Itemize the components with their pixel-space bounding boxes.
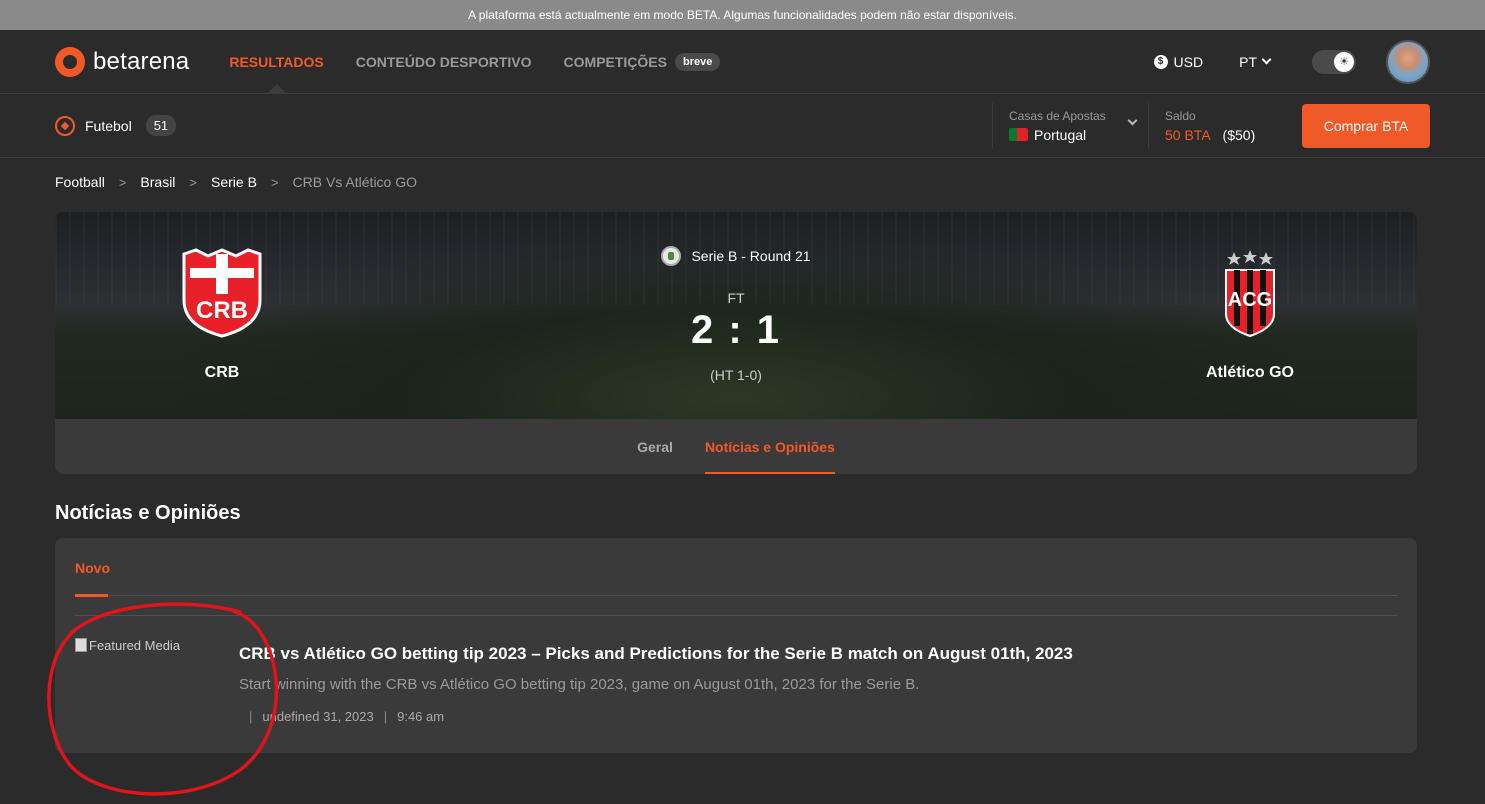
crest-lettering: ACG: [1228, 289, 1272, 311]
dollar-icon: $: [1153, 54, 1168, 69]
nav-link-label: CONTEÚDO DESPORTIVO: [355, 53, 532, 70]
currency-label: USD: [1173, 53, 1204, 70]
atletico-go-crest-icon: ACG: [1225, 250, 1275, 338]
news-tabs: Novo: [75, 538, 1397, 597]
image-alt-text: Featured Media: [89, 638, 181, 653]
user-avatar[interactable]: [1386, 39, 1430, 84]
tab-new[interactable]: Novo: [75, 560, 110, 597]
nav-link-results[interactable]: RESULTADOS: [229, 30, 323, 93]
sun-icon: ☀: [1334, 51, 1354, 72]
nav-link-label: RESULTADOS: [229, 53, 324, 70]
stadium-background: CRB CRB Serie B - Round 21 FT 2 : 1 (HT …: [55, 212, 1417, 419]
nav-link-sports-content[interactable]: CONTEÚDO DESPORTIVO: [356, 30, 532, 93]
match-header-card: CRB CRB Serie B - Round 21 FT 2 : 1 (HT …: [55, 212, 1417, 474]
news-article[interactable]: Featured Media CRB vs Atlético GO bettin…: [75, 616, 1397, 728]
meta-separator: |: [383, 709, 388, 724]
divider: [75, 596, 1397, 616]
serie-b-icon: [661, 246, 682, 266]
away-team-name: Atlético GO: [1205, 364, 1294, 381]
sport-count-badge: 51: [145, 115, 177, 136]
meta-separator: |: [249, 709, 253, 724]
language-selector[interactable]: PT: [1239, 53, 1272, 70]
chevron-right-icon: >: [270, 174, 279, 190]
bookmakers-selector[interactable]: Casas de Apostas Portugal: [992, 102, 1148, 149]
tab-news-opinions[interactable]: Notícias e Opiniões: [704, 419, 835, 474]
nav-link-competitions[interactable]: COMPETIÇÕES breve: [564, 30, 721, 93]
brand-logo[interactable]: betarena: [55, 46, 190, 77]
article-title[interactable]: CRB vs Atlético GO betting tip 2023 – Pi…: [239, 644, 1397, 664]
article-description: Start winning with the CRB vs Atlético G…: [239, 676, 920, 693]
main-nav: RESULTADOS CONTEÚDO DESPORTIVO COMPETIÇÕ…: [229, 30, 721, 93]
round-label: Serie B - Round 21: [691, 248, 811, 264]
breadcrumb-item-league[interactable]: Serie B: [211, 174, 257, 190]
beta-banner: A plataforma está actualmente em modo BE…: [0, 0, 1485, 30]
away-team[interactable]: ACG Atlético GO: [1180, 248, 1320, 382]
sub-navigation: Futebol 51 Casas de Apostas Portugal Sal…: [0, 94, 1485, 158]
match-tabs: Geral Notícias e Opiniões: [55, 419, 1417, 474]
breadcrumb-item-current: CRB Vs Atlético GO: [292, 174, 418, 190]
buy-bta-button[interactable]: Comprar BTA: [1302, 103, 1430, 148]
chevron-down-icon: [1261, 54, 1272, 65]
sport-label: Futebol: [85, 117, 132, 134]
breadcrumb: Football > Brasil > Serie B > CRB Vs Atl…: [0, 174, 1485, 190]
article-time: 9:46 am: [397, 709, 445, 724]
portugal-flag-icon: [1009, 128, 1028, 141]
breadcrumb-item-football[interactable]: Football: [55, 174, 105, 190]
chevron-right-icon: >: [118, 174, 127, 190]
article-meta: | undefined 31, 2023 | 9:46 am: [239, 709, 1397, 724]
article-thumbnail[interactable]: Featured Media: [75, 638, 239, 728]
brand-name: betarena: [93, 47, 190, 75]
chevron-right-icon: >: [189, 174, 198, 190]
broken-image-icon: [75, 638, 87, 652]
news-card: Novo Featured Media CRB vs Atlético GO b…: [55, 538, 1417, 753]
theme-toggle[interactable]: ☀: [1312, 49, 1356, 74]
bookmakers-label: Casas de Apostas: [1009, 108, 1106, 123]
tab-overview[interactable]: Geral: [637, 419, 673, 474]
balance-bta: 50 BTA: [1165, 126, 1211, 143]
sport-selector[interactable]: Futebol 51: [55, 115, 177, 136]
breadcrumb-item-country[interactable]: Brasil: [140, 174, 175, 190]
nav-link-label: COMPETIÇÕES: [563, 53, 667, 70]
bookmakers-value: Portugal: [1034, 126, 1087, 143]
article-date: undefined 31, 2023: [262, 709, 374, 724]
balance-usd: ($50): [1222, 126, 1256, 143]
coming-soon-badge: breve: [675, 52, 721, 71]
news-section-title: Notícias e Opiniões: [55, 502, 241, 524]
logo-icon: [55, 46, 85, 77]
football-icon: [55, 115, 75, 136]
balance-display: Saldo 50 BTA ($50): [1148, 102, 1302, 149]
top-navigation: betarena RESULTADOS CONTEÚDO DESPORTIVO …: [0, 30, 1485, 94]
currency-selector[interactable]: $ USD: [1153, 53, 1204, 70]
balance-label: Saldo: [1165, 108, 1196, 123]
language-label: PT: [1239, 53, 1257, 70]
